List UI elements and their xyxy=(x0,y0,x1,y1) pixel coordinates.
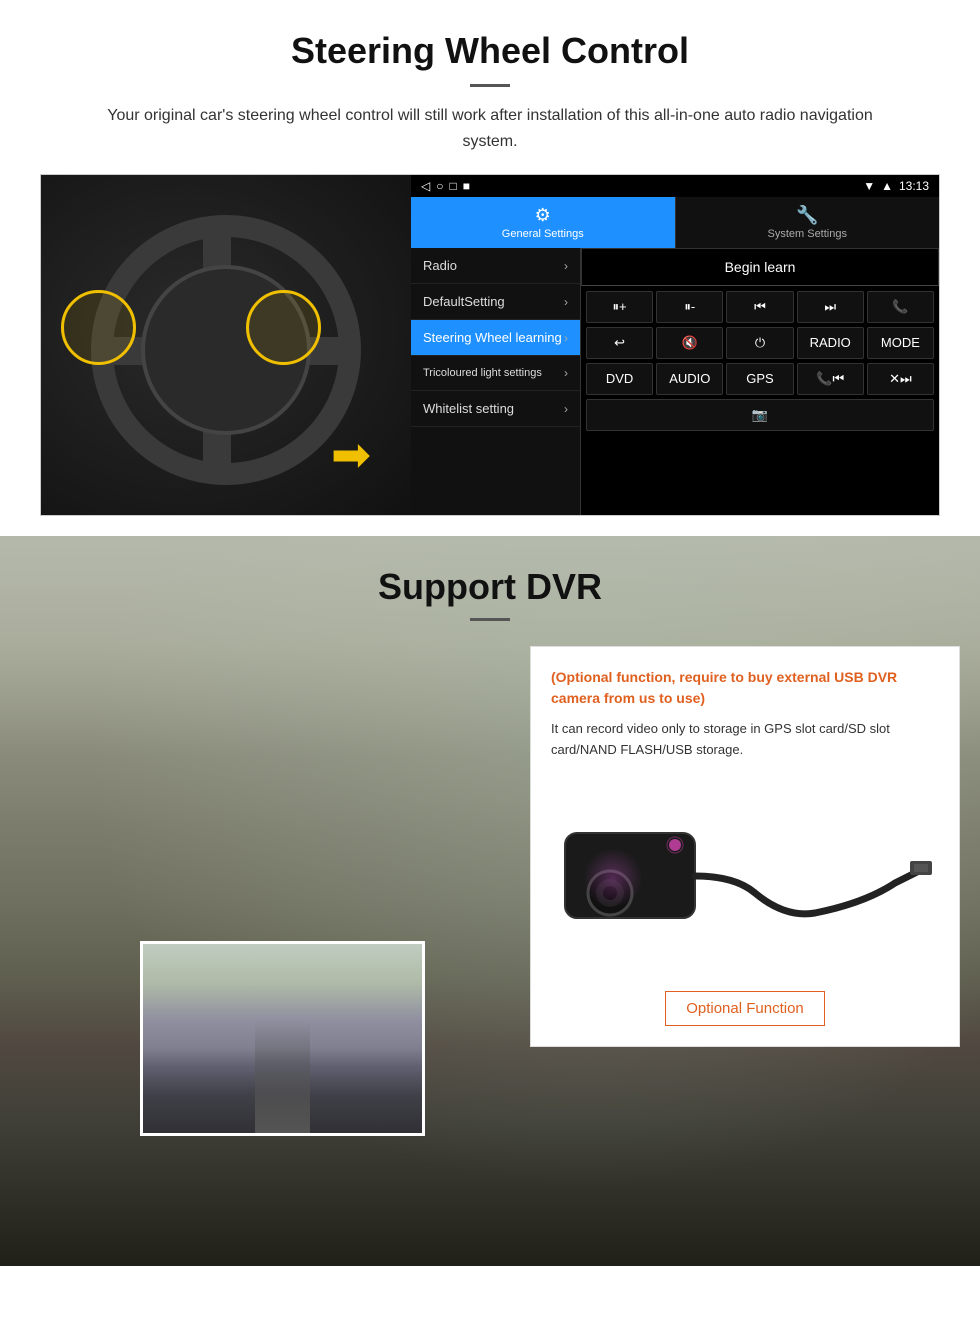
nav-icons: ◁ ○ □ ■ xyxy=(421,179,470,193)
next-icon: ⏭ xyxy=(824,299,836,314)
vol-down-button[interactable]: ⏸- xyxy=(656,291,723,323)
audio-label: AUDIO xyxy=(669,371,710,386)
steering-panel: ➡ ◁ ○ □ ■ ▼ ▲ 13:13 xyxy=(40,174,940,516)
chevron-right-icon: › xyxy=(564,295,568,309)
radio-label: RADIO xyxy=(810,335,851,350)
menu-item-default-setting[interactable]: DefaultSetting › xyxy=(411,284,580,320)
menu-steering-label: Steering Wheel learning xyxy=(423,330,562,345)
audio-button[interactable]: AUDIO xyxy=(656,363,723,395)
steering-highlight-right xyxy=(246,290,321,365)
button-row-2: ↩ 🔇 ⏻ RADIO MOD xyxy=(586,327,934,359)
prev-icon: ⏮ xyxy=(754,299,766,314)
menu-whitelist-label: Whitelist setting xyxy=(423,401,514,416)
end-next-icon: ✕⏭ xyxy=(889,371,912,386)
wifi-icon: ▲ xyxy=(881,179,893,193)
mode-button[interactable]: MODE xyxy=(867,327,934,359)
steering-right-panel: Begin learn ⏸+ ⏸- ⏮ xyxy=(581,248,939,515)
chevron-right-icon: › xyxy=(564,366,568,380)
steering-description: Your original car's steering wheel contr… xyxy=(80,103,900,154)
back-btn[interactable]: ↩ xyxy=(586,327,653,359)
tab-system-label: System Settings xyxy=(768,228,847,240)
android-ui-panel: ◁ ○ □ ■ ▼ ▲ 13:13 ⚙ General Settings xyxy=(411,175,939,515)
title-divider-dvr xyxy=(470,618,510,621)
vol-up-icon: ⏸+ xyxy=(613,299,627,314)
menu-item-tricoloured[interactable]: Tricoloured light settings › xyxy=(411,356,580,391)
menu-item-steering-wheel[interactable]: Steering Wheel learning › xyxy=(411,320,580,356)
dvr-title-area: Support DVR xyxy=(0,536,980,621)
title-divider-steering xyxy=(470,84,510,87)
arrow-icon: ➡ xyxy=(311,425,391,485)
status-icons: ▼ ▲ 13:13 xyxy=(863,179,929,193)
vol-up-button[interactable]: ⏸+ xyxy=(586,291,653,323)
mute-button[interactable]: 🔇 xyxy=(656,327,723,359)
dvr-thumbnail xyxy=(140,941,425,1136)
tab-general-settings[interactable]: ⚙ General Settings xyxy=(411,197,675,248)
back-icon[interactable]: ◁ xyxy=(421,179,430,193)
tab-general-label: General Settings xyxy=(502,228,584,240)
android-statusbar: ◁ ○ □ ■ ▼ ▲ 13:13 xyxy=(411,175,939,197)
button-row-1: ⏸+ ⏸- ⏮ ⏭ 📞 xyxy=(586,291,934,323)
gps-label: GPS xyxy=(746,371,773,386)
dvr-title: Support DVR xyxy=(0,566,980,608)
dvr-camera-image xyxy=(551,776,939,976)
camera-btn[interactable]: 📷 xyxy=(586,399,934,431)
gps-button[interactable]: GPS xyxy=(726,363,793,395)
next-button[interactable]: ⏭ xyxy=(797,291,864,323)
recents-icon[interactable]: □ xyxy=(449,179,456,193)
dvr-camera-art xyxy=(555,773,935,973)
end-next-button[interactable]: ✕⏭ xyxy=(867,363,934,395)
android-tabs: ⚙ General Settings 🔧 System Settings xyxy=(411,197,939,248)
system-icon: 🔧 xyxy=(796,205,818,226)
gear-icon: ⚙ xyxy=(535,205,551,226)
steering-title: Steering Wheel Control xyxy=(40,30,940,72)
clock: 13:13 xyxy=(899,179,929,193)
dvr-info-card: (Optional function, require to buy exter… xyxy=(530,646,960,1047)
dvr-optional-text: (Optional function, require to buy exter… xyxy=(551,667,939,709)
button-row-4: 📷 xyxy=(586,399,934,431)
android-content: Radio › DefaultSetting › Steering Wheel … xyxy=(411,248,939,515)
steering-function-buttons: ⏸+ ⏸- ⏮ ⏭ 📞 xyxy=(581,286,939,436)
dvr-thumb-road xyxy=(255,1020,311,1133)
steering-highlight-left xyxy=(61,290,136,365)
dvr-thumbnail-inner xyxy=(143,944,422,1133)
mute-icon: 🔇 xyxy=(682,335,698,350)
menu-icon[interactable]: ■ xyxy=(463,179,470,193)
camera-icon: 📷 xyxy=(752,407,768,422)
menu-tricoloured-label: Tricoloured light settings xyxy=(423,367,542,379)
mode-label: MODE xyxy=(881,335,920,350)
phone-button[interactable]: 📞 xyxy=(867,291,934,323)
phone-prev-icon: 📞⏮ xyxy=(816,371,844,386)
chevron-right-icon: › xyxy=(564,259,568,273)
button-row-3: DVD AUDIO GPS 📞⏮ xyxy=(586,363,934,395)
menu-item-whitelist[interactable]: Whitelist setting › xyxy=(411,391,580,427)
tab-system-settings[interactable]: 🔧 System Settings xyxy=(675,197,940,248)
begin-learn-button[interactable]: Begin learn xyxy=(581,248,939,286)
dvr-section: Support DVR (Optional function, require … xyxy=(0,536,980,1266)
menu-radio-label: Radio xyxy=(423,258,457,273)
chevron-right-icon: › xyxy=(564,402,568,416)
menu-default-label: DefaultSetting xyxy=(423,294,505,309)
steering-photo: ➡ xyxy=(41,175,411,515)
power-button[interactable]: ⏻ xyxy=(726,327,793,359)
dvd-label: DVD xyxy=(606,371,633,386)
signal-icon: ▼ xyxy=(863,179,875,193)
home-icon[interactable]: ○ xyxy=(436,179,443,193)
settings-menu: Radio › DefaultSetting › Steering Wheel … xyxy=(411,248,581,515)
phone-icon: 📞 xyxy=(892,299,908,314)
steering-section: Steering Wheel Control Your original car… xyxy=(0,0,980,536)
power-icon: ⏻ xyxy=(755,335,765,350)
vol-down-icon: ⏸- xyxy=(684,299,695,314)
chevron-right-icon: › xyxy=(564,331,568,345)
radio-button[interactable]: RADIO xyxy=(797,327,864,359)
back-call-icon: ↩ xyxy=(614,335,625,350)
dvd-button[interactable]: DVD xyxy=(586,363,653,395)
prev-button[interactable]: ⏮ xyxy=(726,291,793,323)
phone-prev-button[interactable]: 📞⏮ xyxy=(797,363,864,395)
dvr-description: It can record video only to storage in G… xyxy=(551,719,939,761)
menu-item-radio[interactable]: Radio › xyxy=(411,248,580,284)
optional-function-button[interactable]: Optional Function xyxy=(665,991,825,1026)
